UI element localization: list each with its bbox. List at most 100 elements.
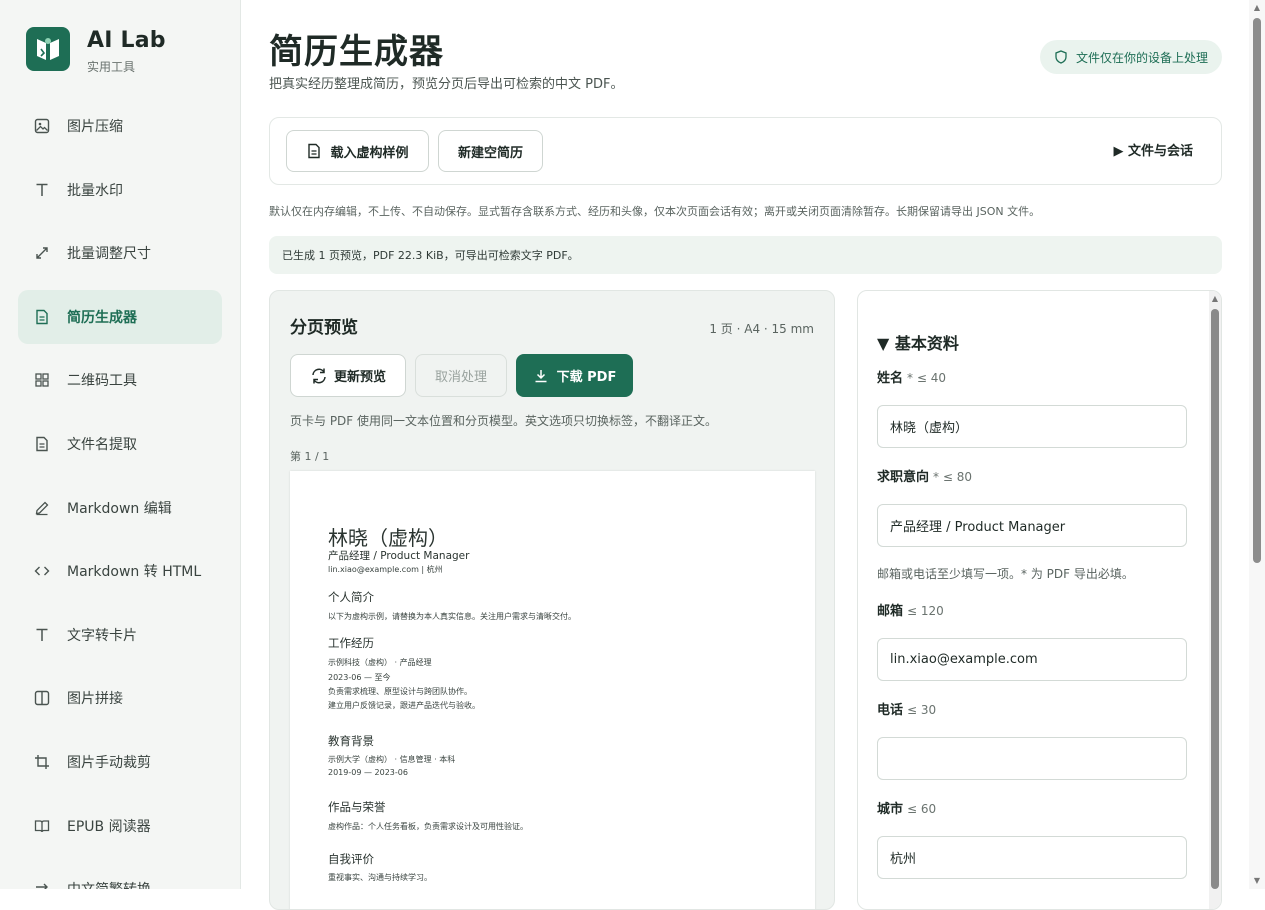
form-scrollbar[interactable]: ▲ [1209,291,1221,909]
sidebar-item-resume-builder[interactable]: 简历生成器 [18,289,222,344]
load-sample-label: 载入虚构样例 [330,145,409,161]
privacy-note: 默认仅在内存编辑，不上传、不自动保存。显式暂存含联系方式、经历和头像，仅本次页面… [269,205,1041,218]
sidebar-item-image-crop[interactable]: 图片手动裁剪 [18,735,222,789]
name-input[interactable]: 林晓（虚构） [877,405,1187,448]
preview-panel: 分页预览 1 页 · A4 · 15 mm 更新预览 取消处理 下载 PDF 页… [269,290,835,910]
main-content: 简历生成器 把真实经历整理成简历，预览分页后导出可检索的中文 PDF。 文件仅在… [241,0,1249,910]
resume-section-heading: 个人简介 [328,590,374,604]
page-indicator: 第 1 / 1 [290,450,330,463]
intent-label: 求职意向 * ≤ 80 [877,466,972,485]
name-label: 姓名 * ≤ 40 [877,367,946,386]
grid-icon [33,371,51,389]
sidebar-item-image-compress[interactable]: 图片压缩 [18,99,222,153]
sidebar-item-epub-reader[interactable]: EPUB 阅读器 [18,799,222,853]
form-scrollbar-thumb[interactable] [1211,309,1219,889]
sidebar-item-label: Markdown 转 HTML [67,564,202,581]
intent-label-text: 求职意向 [877,470,930,485]
sidebar-item-batch-watermark[interactable]: 批量水印 [18,163,222,217]
resume-name: 林晓（虚构） [328,526,448,550]
pencil-icon [33,499,51,517]
job-intent-input[interactable]: 产品经理 / Product Manager [877,504,1187,547]
arrow-icon [33,880,51,889]
download-icon [535,369,547,382]
scroll-down-icon[interactable]: ▼ [1253,877,1261,885]
resume-section-heading: 作品与荣誉 [328,800,386,814]
cancel-processing-button[interactable]: 取消处理 [415,354,507,397]
document-icon [308,143,321,159]
shield-icon [1055,50,1067,64]
page-subtitle: 把真实经历整理成简历，预览分页后导出可检索的中文 PDF。 [269,77,624,92]
resume-section-heading: 教育背景 [328,734,374,748]
resume-text: 2019-09 — 2023-06 [328,768,408,777]
resize-icon [33,244,51,262]
sidebar-item-image-stitch[interactable]: 图片拼接 [18,671,222,725]
sidebar-item-label: 简历生成器 [67,309,137,326]
resume-text: 以下为虚构示例，请替换为本人真实信息。关注用户需求与清晰交付。 [328,612,576,621]
page-title: 简历生成器 [269,32,444,72]
email-label-text: 邮箱 [877,604,904,619]
resume-section-heading: 自我评价 [328,852,374,866]
sidebar-item-label: EPUB 阅读器 [67,818,151,835]
resume-text: 重视事实、沟通与持续学习。 [328,873,432,882]
city-limit: ≤ 60 [907,802,937,816]
page-scrollbar-thumb[interactable] [1253,18,1261,563]
crop-icon [33,753,51,771]
new-blank-resume-button[interactable]: 新建空简历 [438,130,543,172]
sidebar-item-qrcode[interactable]: 二维码工具 [18,353,222,407]
preview-hint: 页卡与 PDF 使用同一文本位置和分页模型。英文选项只切换标签，不翻译正文。 [290,414,718,428]
download-pdf-button[interactable]: 下载 PDF [516,354,633,397]
load-sample-button[interactable]: 载入虚构样例 [286,130,429,172]
resume-text: 虚构作品：个人任务看板，负责需求设计及可用性验证。 [328,822,528,831]
sidebar-item-label: 批量水印 [67,182,123,199]
files-session-toggle[interactable]: ▶ 文件与会话 [1113,140,1193,159]
sidebar-item-markdown-edit[interactable]: Markdown 编辑 [18,481,222,535]
basic-info-section-toggle[interactable]: ▼ 基本资料 [877,330,959,354]
refresh-icon [312,368,326,383]
code-icon [33,562,51,580]
scroll-up-icon[interactable]: ▲ [1253,4,1261,12]
name-label-text: 姓名 [877,371,904,386]
privacy-text: 文件仅在你的设备上处理 [1075,50,1208,65]
status-bar: 已生成 1 页预览，PDF 22.3 KiB，可导出可检索文字 PDF。 [269,236,1222,274]
sidebar-nav: 图片压缩 批量水印 批量调整尺寸 简历生成器 二维码工具 文件名提取 Markd… [18,99,222,889]
sidebar: AI Lab 实用工具 图片压缩 批量水印 批量调整尺寸 简历生成器 二维码工具… [0,0,241,889]
resume-text: 建立用户反馈记录，跟进产品迭代与验收。 [328,701,480,710]
resume-page-preview: 林晓（虚构） 产品经理 / Product Manager lin.xiao@e… [290,471,815,909]
resume-section-heading: 工作经历 [328,636,374,650]
phone-input[interactable] [877,737,1187,780]
refresh-preview-button[interactable]: 更新预览 [290,354,406,397]
sidebar-item-label: 二维码工具 [67,373,137,390]
resume-contact: lin.xiao@example.com | 杭州 [328,565,443,574]
page-scrollbar[interactable]: ▲ ▼ [1249,0,1265,889]
resume-text: 示例科技（虚构） · 产品经理 [328,658,432,667]
resume-text: 示例大学（虚构） · 信息管理 · 本科 [328,755,456,764]
city-input[interactable]: 杭州 [877,836,1187,879]
sidebar-item-text-card[interactable]: 文字转卡片 [18,608,222,662]
sidebar-item-batch-resize[interactable]: 批量调整尺寸 [18,226,222,280]
phone-limit: ≤ 30 [907,703,937,717]
name-limit: * ≤ 40 [907,371,946,385]
scroll-up-icon[interactable]: ▲ [1211,295,1219,303]
sidebar-item-filename-extract[interactable]: 文件名提取 [18,417,222,471]
brand[interactable]: AI Lab 实用工具 [26,27,166,75]
resume-text: 负责需求梳理、原型设计与跨团队协作。 [328,687,472,696]
sidebar-item-label: 图片拼接 [67,691,123,708]
sidebar-item-s2t-convert[interactable]: 中文简繁转换 [18,862,222,889]
resume-role: 产品经理 / Product Manager [328,550,470,562]
document-icon [33,308,51,326]
new-blank-label: 新建空简历 [457,145,523,161]
sidebar-item-markdown-html[interactable]: Markdown 转 HTML [18,544,222,598]
sidebar-item-label: 批量调整尺寸 [67,246,151,263]
app-logo-icon [26,27,70,71]
email-label: 邮箱 ≤ 120 [877,600,944,619]
intent-limit: * ≤ 80 [933,470,972,484]
resume-text: 2023-06 — 至今 [328,673,391,682]
sidebar-item-label: 文字转卡片 [67,627,137,644]
email-limit: ≤ 120 [907,604,944,618]
brand-title: AI Lab [87,28,166,53]
email-input[interactable]: lin.xiao@example.com [877,638,1187,681]
sidebar-item-label: 中文简繁转换 [67,879,151,889]
text-t-icon [33,626,51,644]
document-icon [33,435,51,453]
sidebar-item-label: Markdown 编辑 [67,500,172,517]
